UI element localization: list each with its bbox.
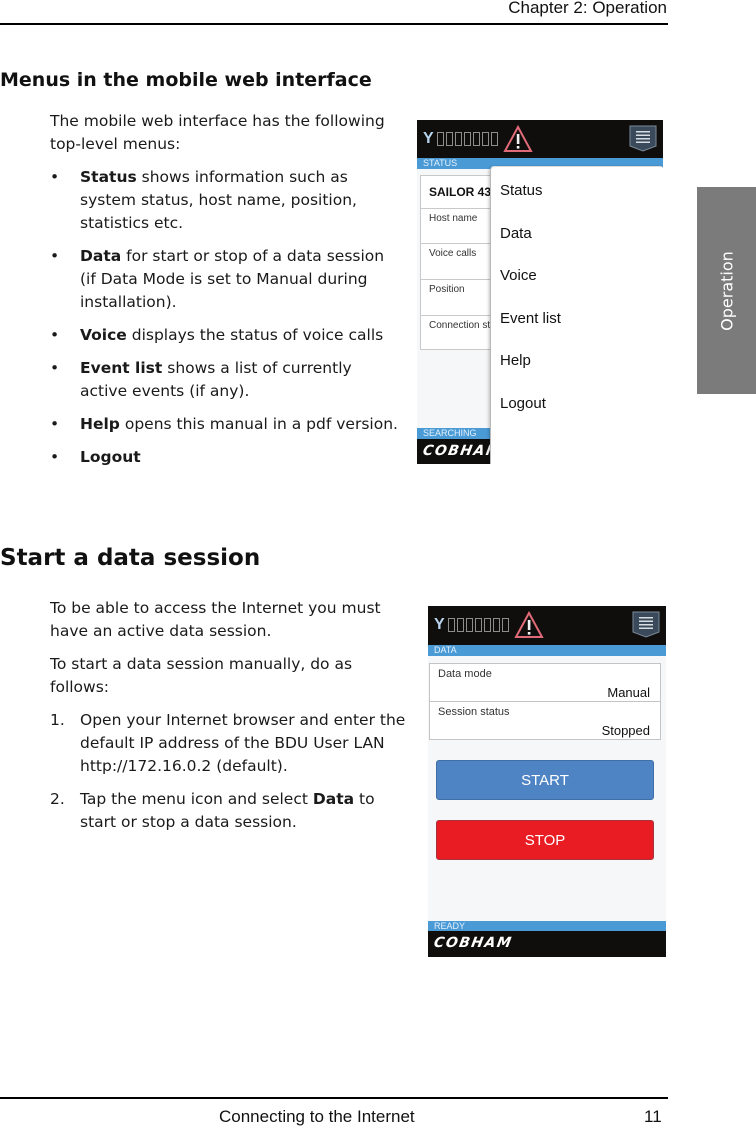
start-text: To be able to access the Internet you mu… xyxy=(50,597,410,844)
bullet-term: Status xyxy=(80,168,137,186)
bullet-item: • Logout xyxy=(50,446,402,469)
bullet-icon: • xyxy=(50,359,60,377)
menu-item-logout[interactable]: Logout xyxy=(500,395,546,412)
bullet-term: Data xyxy=(80,247,122,265)
step-item: 2. Tap the menu icon and select Data to s… xyxy=(50,788,410,834)
bullet-term: Event list xyxy=(80,359,163,377)
phone-bottom-bar: COBHAM xyxy=(428,931,666,957)
start-button[interactable]: START xyxy=(436,760,654,800)
phone-top-bar: Y xyxy=(428,606,666,645)
bullet-item: • Voice displays the status of voice call… xyxy=(50,324,402,347)
step-number: 2. xyxy=(50,790,65,808)
bullet-icon: • xyxy=(50,415,60,433)
page-number: 11 xyxy=(644,1107,662,1126)
start-para-1: To be able to access the Internet you mu… xyxy=(50,599,381,640)
start-para-2: To start a data session manually, do as … xyxy=(50,655,353,696)
menus-intro: The mobile web interface has the followi… xyxy=(50,112,385,153)
cobham-logo: COBHAM xyxy=(432,935,514,951)
bullet-text: for start or stop of a data session (if … xyxy=(80,247,385,311)
step-text: Open your Internet browser and enter the… xyxy=(80,711,406,775)
field-label: Data mode xyxy=(438,668,492,680)
bullet-icon: • xyxy=(50,448,60,466)
bullet-item: • Status shows information such as system… xyxy=(50,166,402,235)
step-number: 1. xyxy=(50,711,65,729)
header-rule xyxy=(0,23,668,25)
menus-text: The mobile web interface has the followi… xyxy=(50,110,402,479)
bullet-icon: • xyxy=(50,326,60,344)
section-heading-start: Start a data session xyxy=(0,545,261,571)
bullet-text: opens this manual in a pdf version. xyxy=(119,415,398,433)
bullet-term: Help xyxy=(80,415,120,433)
chapter-side-tab: Operation xyxy=(697,187,756,394)
phone-top-bar: Y xyxy=(417,120,663,158)
menus-bullet-list: • Status shows information such as system… xyxy=(50,166,402,469)
bullet-term: Logout xyxy=(80,448,141,466)
footer-rule xyxy=(0,1097,668,1099)
section-label-bar: DATA xyxy=(428,645,666,656)
section-heading-menus: Menus in the mobile web interface xyxy=(0,69,372,91)
antenna-icon: Y xyxy=(434,616,445,633)
signal-bars-icon xyxy=(448,618,509,632)
running-head: Chapter 2: Operation xyxy=(508,0,667,17)
field-value: Stopped xyxy=(601,723,650,738)
stop-button[interactable]: STOP xyxy=(436,820,654,860)
menu-item-data[interactable]: Data xyxy=(500,225,532,242)
bullet-icon: • xyxy=(50,168,60,186)
menu-item-event-list[interactable]: Event list xyxy=(500,310,561,327)
data-mode-field: Data mode Manual xyxy=(429,663,661,702)
bullet-icon: • xyxy=(50,247,60,265)
steps-list: 1. Open your Internet browser and enter t… xyxy=(50,709,410,834)
side-tab-label: Operation xyxy=(717,250,736,331)
menu-item-status[interactable]: Status xyxy=(500,182,543,199)
step-text: Tap the menu icon and select xyxy=(80,790,313,808)
step-bold-term: Data xyxy=(312,790,355,808)
session-status-field: Session status Stopped xyxy=(429,701,661,740)
bullet-item: • Data for start or stop of a data sessio… xyxy=(50,245,402,314)
menu-item-voice[interactable]: Voice xyxy=(500,267,537,284)
footer-title: Connecting to the Internet xyxy=(219,1107,415,1126)
bullet-item: • Event list shows a list of currently ac… xyxy=(50,357,402,403)
bullet-item: • Help opens this manual in a pdf version… xyxy=(50,413,402,436)
menu-icon[interactable] xyxy=(631,610,661,638)
data-screen-figure: Y DATA Data mode Manual Session status S… xyxy=(428,606,666,957)
signal-bars-icon xyxy=(437,132,498,146)
field-label: Session status xyxy=(438,706,510,718)
menu-dropdown: Status Data Voice Event list Help Logout xyxy=(490,166,663,464)
antenna-icon: Y xyxy=(423,130,434,147)
warning-icon xyxy=(514,611,544,638)
menu-icon[interactable] xyxy=(628,124,658,152)
status-screen-figure: Y STATUS SAILOR 430 Host name Voice call… xyxy=(417,120,663,464)
bullet-text: displays the status of voice calls xyxy=(126,326,384,344)
menu-item-help[interactable]: Help xyxy=(500,352,531,369)
bullet-term: Voice xyxy=(80,326,127,344)
warning-icon xyxy=(503,125,533,152)
step-item: 1. Open your Internet browser and enter t… xyxy=(50,709,410,778)
field-value: Manual xyxy=(607,685,650,700)
